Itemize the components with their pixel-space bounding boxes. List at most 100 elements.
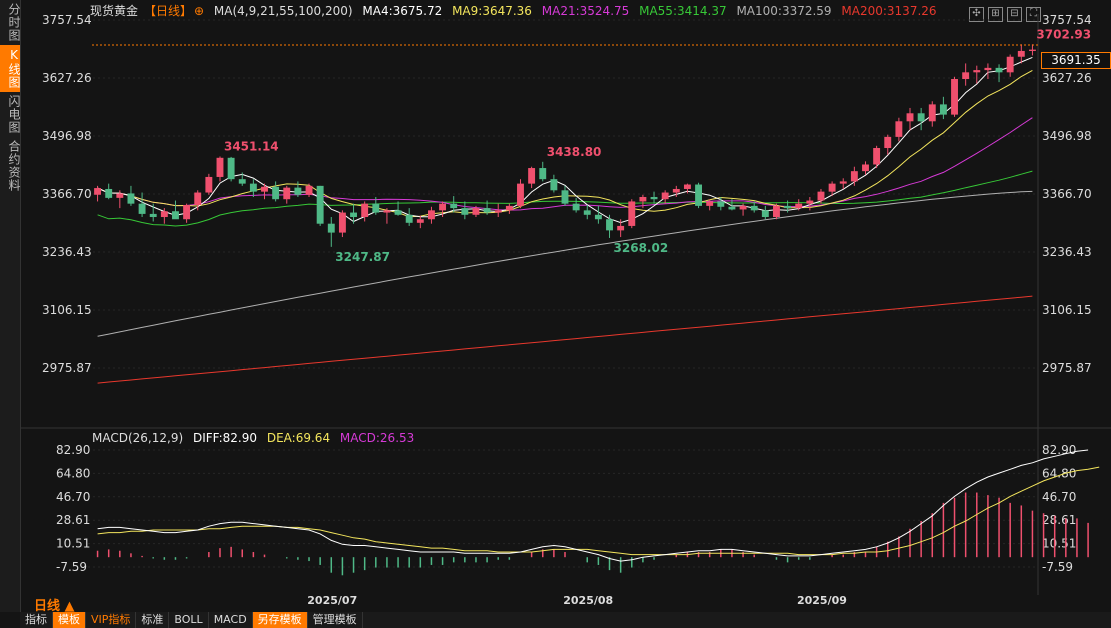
candle: [194, 190, 202, 211]
candle-body: [1028, 49, 1036, 51]
y-tick-label: 3106.15: [1042, 303, 1092, 317]
candle-body: [650, 196, 658, 200]
macd-y-tick-label: -7.59: [1042, 560, 1073, 574]
macd-header: MACD(26,12,9) DIFF:82.90 DEA:69.64 MACD:…: [92, 431, 420, 445]
tab-template[interactable]: 模板: [53, 612, 86, 628]
candle-body: [316, 185, 324, 224]
tab-save-template[interactable]: 另存模板: [252, 612, 308, 628]
candle-body: [517, 183, 524, 206]
candle: [94, 185, 102, 202]
candle-body: [862, 164, 869, 172]
tab-contract-info[interactable]: 合约资料: [0, 137, 21, 195]
candle-body: [995, 67, 1003, 73]
tab-vip-indicator[interactable]: VIP指标: [86, 612, 137, 628]
macd-y-tick-label: 10.51: [1042, 537, 1076, 551]
tab-standard[interactable]: 标准: [136, 612, 170, 628]
candle-body: [172, 211, 179, 220]
candle-body: [817, 191, 825, 201]
candle-body: [383, 210, 391, 213]
candle-body: [795, 203, 803, 209]
candle-body: [472, 208, 480, 215]
candle: [416, 215, 424, 229]
diff-line: [97, 449, 1089, 562]
tab-indicator[interactable]: 指标: [20, 612, 53, 628]
candle: [873, 145, 881, 169]
candle-body: [305, 185, 313, 195]
y-tick-label-left: 3106.15: [42, 303, 92, 317]
tab-flash[interactable]: 闪电图: [0, 92, 21, 137]
candle-body: [806, 200, 814, 204]
candle: [127, 185, 135, 206]
tab-manage-template[interactable]: 管理模板: [308, 612, 363, 628]
candle-body: [294, 187, 302, 195]
candle-body: [183, 204, 191, 220]
candle-body: [327, 223, 335, 233]
candle-body: [216, 157, 224, 177]
candle-body: [1017, 50, 1025, 57]
candle-body: [461, 208, 469, 215]
extreme-label: 3702.93: [1036, 27, 1091, 41]
candle: [539, 161, 547, 182]
bottom-toolbar: 指标 模板 VIP指标 标准 BOLL MACD 另存模板 管理模板: [20, 612, 1111, 628]
candle-body: [873, 148, 881, 165]
candle-body: [450, 203, 458, 209]
candle: [628, 199, 636, 229]
candle-body: [439, 203, 447, 211]
candle-body: [249, 183, 257, 192]
extreme-label: 3268.02: [614, 241, 669, 255]
y-tick-label-left: 3236.43: [42, 245, 92, 259]
macd-y-tick-label-left: 46.70: [56, 490, 90, 504]
candle: [561, 185, 569, 206]
macd-value: MACD:26.53: [339, 431, 415, 445]
x-tick-label: 2025/08: [563, 594, 613, 607]
macd-y-tick-label: 46.70: [1042, 490, 1076, 504]
candle-body: [973, 70, 981, 73]
candle-body: [116, 193, 124, 198]
y-tick-label-left: 2975.87: [42, 361, 92, 375]
candle-body: [372, 203, 380, 213]
candle-body: [706, 201, 714, 206]
candle-body: [884, 136, 892, 149]
candle: [205, 173, 213, 195]
candle-body: [695, 184, 703, 206]
candle-body: [628, 201, 636, 226]
candle-body: [906, 113, 914, 122]
candle: [494, 203, 502, 218]
candle: [338, 210, 346, 238]
candle: [995, 64, 1003, 83]
candle-body: [583, 210, 591, 215]
tab-kline[interactable]: K线图: [0, 45, 21, 92]
candle-body: [238, 179, 246, 184]
candle-body: [728, 206, 736, 210]
macd-y-tick-label: 64.80: [1042, 466, 1076, 480]
tab-timeshare[interactable]: 分时图: [0, 0, 21, 45]
macd-y-tick-label-left: 64.80: [56, 466, 90, 480]
candle-body: [94, 188, 102, 195]
candle-body: [939, 104, 947, 115]
candle-body: [138, 203, 146, 214]
candle: [550, 174, 558, 193]
candle: [951, 76, 958, 117]
macd-y-tick-label: 28.61: [1042, 513, 1076, 527]
tab-boll[interactable]: BOLL: [169, 612, 209, 628]
candle-body: [416, 219, 424, 223]
candle-body: [594, 214, 602, 220]
candle: [361, 201, 369, 222]
candle-body: [984, 67, 992, 71]
candle-body: [160, 211, 168, 218]
candle-body: [394, 210, 402, 215]
candle-body: [283, 187, 291, 200]
candle-body: [895, 121, 903, 137]
candle-body: [917, 113, 925, 122]
macd-label: MACD(26,12,9): [92, 431, 184, 445]
candle-body: [272, 186, 280, 200]
tab-macd[interactable]: MACD: [209, 612, 253, 628]
kline-chart[interactable]: 3757.54 3627.26 3496.98 3366.70 3236.43 3106.…: [20, 0, 1111, 612]
macd-y-tick-label-left: 10.51: [56, 537, 90, 551]
candle-body: [739, 205, 747, 210]
candle-body: [617, 225, 625, 231]
candle: [427, 206, 435, 224]
candle: [272, 181, 280, 202]
candle-body: [550, 179, 558, 191]
candle-body: [928, 104, 936, 122]
